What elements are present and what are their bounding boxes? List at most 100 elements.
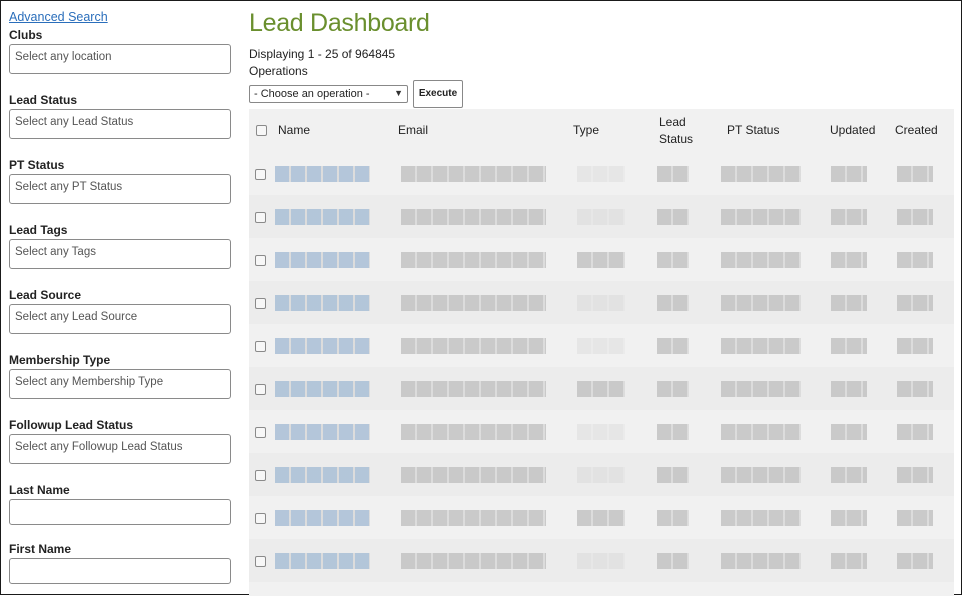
table-row[interactable] (249, 195, 954, 238)
redacted-cell (577, 209, 625, 225)
row-checkbox[interactable] (255, 169, 266, 180)
table-row[interactable] (249, 410, 954, 453)
row-checkbox[interactable] (255, 556, 266, 567)
column-header-name[interactable]: Name (278, 123, 310, 137)
row-checkbox[interactable] (255, 298, 266, 309)
redacted-cell (721, 467, 801, 483)
redacted-cell (657, 252, 689, 268)
filter-label-followup-lead-status: Followup Lead Status (9, 418, 134, 432)
filter-label-membership-type: Membership Type (9, 353, 111, 367)
redacted-cell (897, 209, 933, 225)
redacted-cell (275, 209, 370, 225)
redacted-cell (577, 381, 625, 397)
membership-type-select[interactable]: Select any Membership Type (9, 369, 231, 399)
redacted-cell (721, 209, 801, 225)
redacted-cell (831, 510, 867, 526)
redacted-cell (657, 424, 689, 440)
table-row[interactable] (249, 496, 954, 539)
redacted-cell (831, 252, 867, 268)
row-checkbox[interactable] (255, 427, 266, 438)
table-row[interactable] (249, 238, 954, 281)
first-name-input[interactable] (9, 558, 231, 584)
column-header-updated[interactable]: Updated (830, 123, 875, 137)
redacted-cell (275, 295, 370, 311)
redacted-cell (577, 424, 625, 440)
redacted-cell (831, 166, 867, 182)
redacted-cell (831, 553, 867, 569)
pt-status-select[interactable]: Select any PT Status (9, 174, 231, 204)
redacted-cell (897, 381, 933, 397)
row-checkbox[interactable] (255, 212, 266, 223)
row-checkbox[interactable] (255, 255, 266, 266)
redacted-cell (401, 553, 546, 569)
redacted-cell (657, 510, 689, 526)
redacted-cell (577, 467, 625, 483)
column-header-pt-status[interactable]: PT Status (727, 123, 779, 137)
table-row[interactable] (249, 324, 954, 367)
operation-select[interactable]: - Choose an operation - ▼ (249, 85, 408, 103)
column-header-created[interactable]: Created (895, 123, 938, 137)
table-row[interactable] (249, 453, 954, 496)
advanced-search-link[interactable]: Advanced Search (9, 10, 108, 24)
redacted-cell (657, 209, 689, 225)
row-checkbox[interactable] (255, 513, 266, 524)
row-checkbox[interactable] (255, 341, 266, 352)
redacted-cell (577, 252, 625, 268)
redacted-cell (657, 295, 689, 311)
lead-source-select[interactable]: Select any Lead Source (9, 304, 231, 334)
column-header-lead-status[interactable]: Lead Status (659, 114, 703, 148)
redacted-cell (657, 166, 689, 182)
redacted-cell (897, 553, 933, 569)
filter-label-lead-status: Lead Status (9, 93, 78, 107)
select-all-checkbox[interactable] (256, 125, 267, 136)
table-row[interactable] (249, 367, 954, 410)
redacted-cell (831, 209, 867, 225)
redacted-cell (897, 166, 933, 182)
table-row[interactable] (249, 281, 954, 324)
lead-status-select[interactable]: Select any Lead Status (9, 109, 231, 139)
column-header-type[interactable]: Type (573, 123, 599, 137)
redacted-cell (721, 166, 801, 182)
redacted-cell (721, 252, 801, 268)
redacted-cell (275, 252, 370, 268)
clubs-select[interactable]: Select any location (9, 44, 231, 74)
leads-table: Name Email Type Lead Status PT Status Up… (249, 109, 954, 596)
table-header: Name Email Type Lead Status PT Status Up… (249, 109, 954, 151)
redacted-cell (831, 424, 867, 440)
redacted-cell (831, 381, 867, 397)
redacted-cell (275, 166, 370, 182)
table-row[interactable] (249, 539, 954, 582)
redacted-cell (721, 424, 801, 440)
redacted-cell (401, 510, 546, 526)
last-name-input[interactable] (9, 499, 231, 525)
column-header-email[interactable]: Email (398, 123, 428, 137)
page-title: Lead Dashboard (249, 9, 430, 37)
row-checkbox[interactable] (255, 384, 266, 395)
lead-tags-select[interactable]: Select any Tags (9, 239, 231, 269)
followup-lead-status-select[interactable]: Select any Followup Lead Status (9, 434, 231, 464)
redacted-cell (721, 510, 801, 526)
filter-label-lead-tags: Lead Tags (9, 223, 68, 237)
table-row[interactable] (249, 582, 954, 596)
redacted-cell (721, 295, 801, 311)
filter-sidebar: Advanced Search Clubs Select any locatio… (1, 1, 241, 596)
redacted-cell (721, 381, 801, 397)
redacted-cell (657, 467, 689, 483)
redacted-cell (831, 338, 867, 354)
dropdown-caret-icon: ▼ (394, 88, 403, 98)
table-row[interactable] (249, 152, 954, 195)
redacted-cell (897, 510, 933, 526)
redacted-cell (401, 381, 546, 397)
execute-button[interactable]: Execute (413, 80, 463, 108)
filter-label-first-name: First Name (9, 542, 72, 556)
redacted-cell (401, 166, 546, 182)
result-count: Displaying 1 - 25 of 964845 (249, 47, 396, 61)
redacted-cell (275, 424, 370, 440)
redacted-cell (401, 424, 546, 440)
filter-label-clubs: Clubs (9, 28, 43, 42)
redacted-cell (831, 295, 867, 311)
redacted-cell (657, 553, 689, 569)
redacted-cell (275, 467, 370, 483)
row-checkbox[interactable] (255, 470, 266, 481)
redacted-cell (275, 553, 370, 569)
